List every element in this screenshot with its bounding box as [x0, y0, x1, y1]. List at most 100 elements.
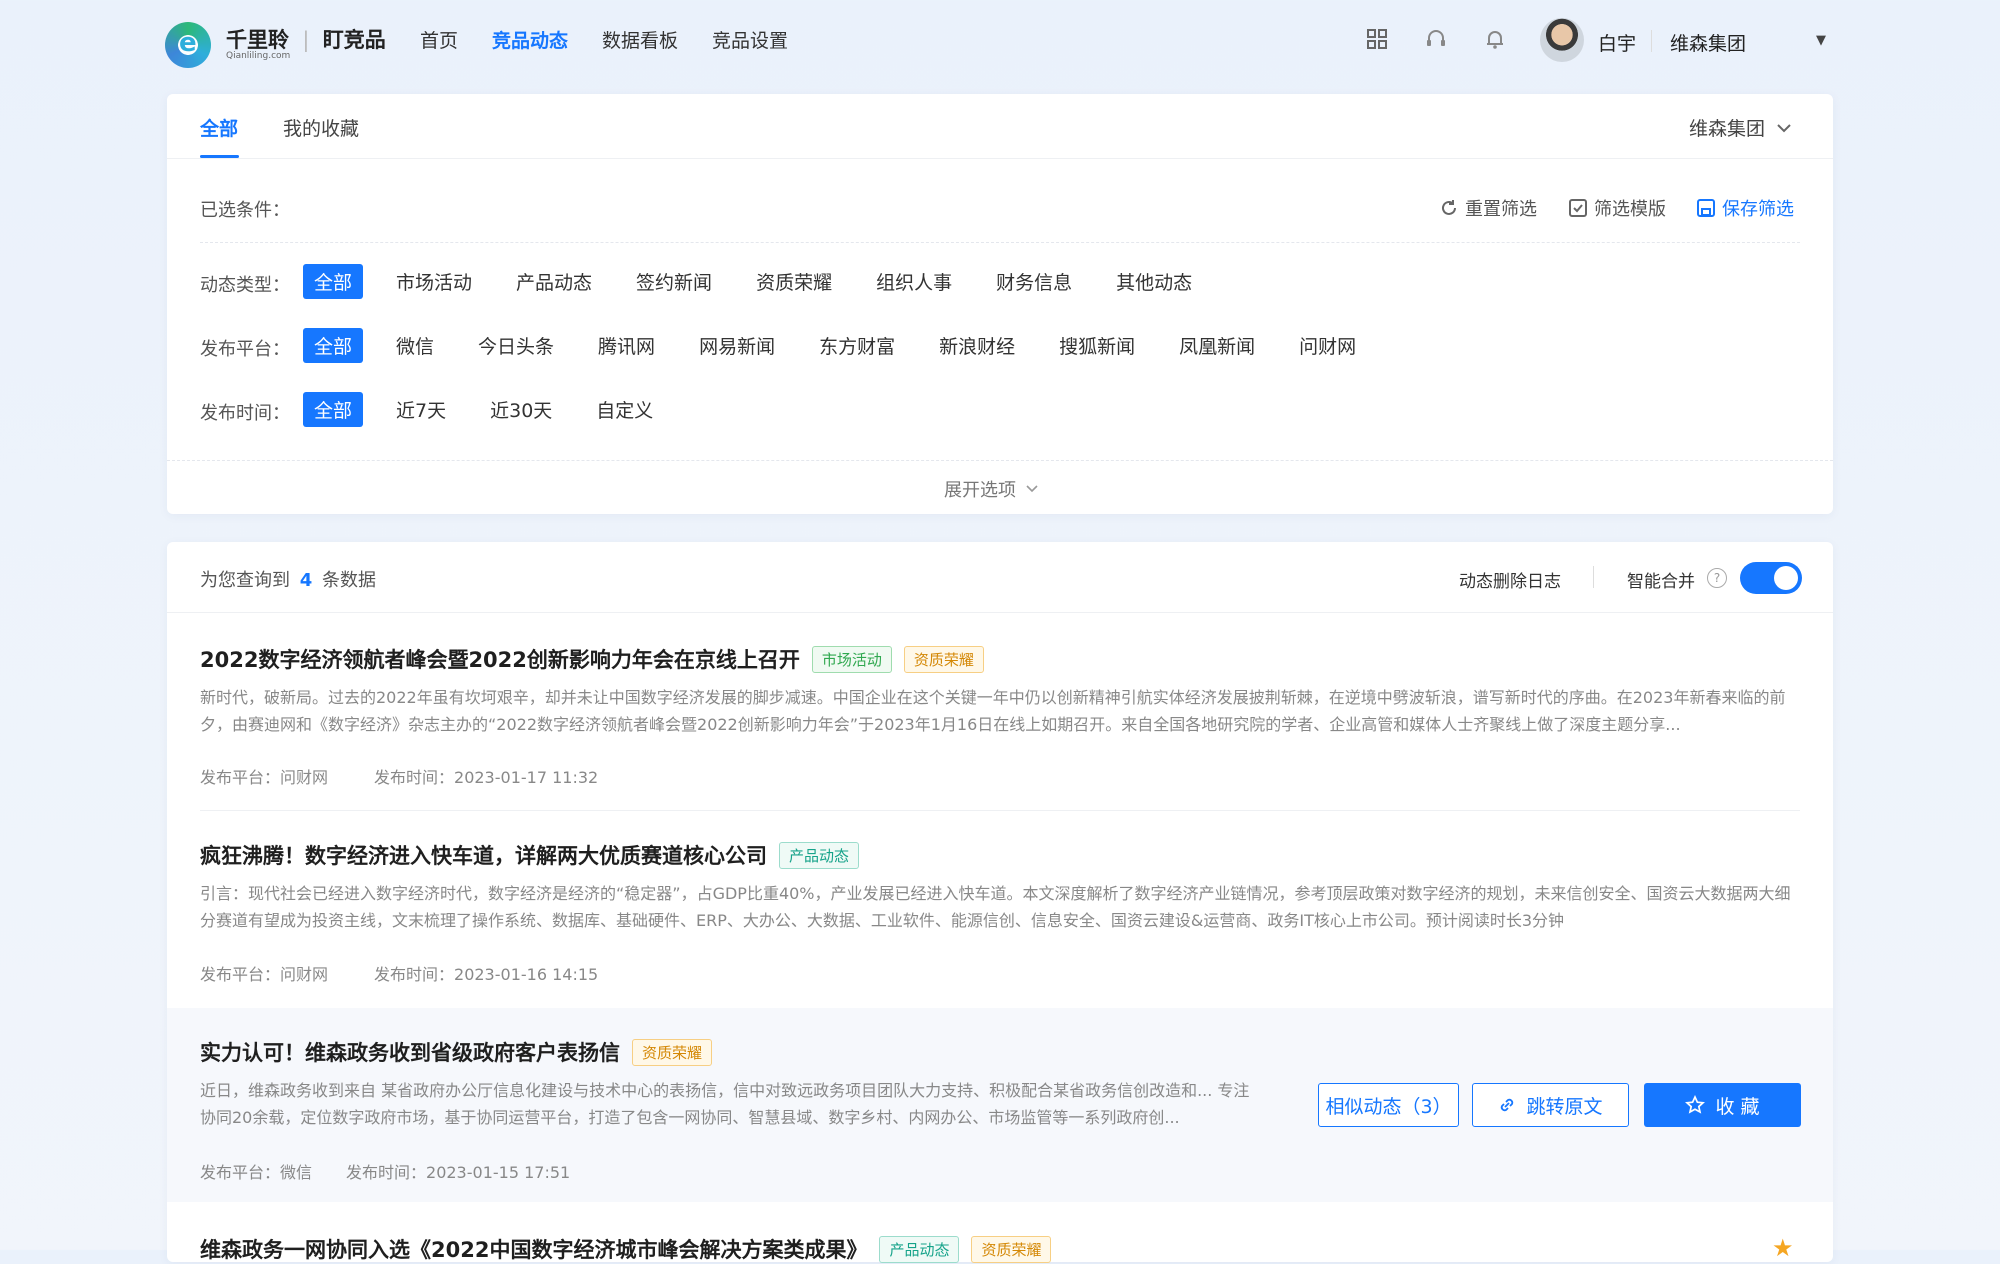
type-filter-label: 动态类型：	[200, 275, 290, 296]
chevron-down-icon	[1777, 123, 1791, 132]
platform-option[interactable]: 新浪财经	[928, 328, 1026, 363]
brand-domain: Qianliling.com	[226, 51, 291, 61]
main-nav: 首页 竞品动态 数据看板 竞品设置	[420, 26, 788, 53]
checkbox-icon	[1569, 199, 1587, 217]
save-filter-label: 保存筛选	[1722, 199, 1794, 220]
filter-template-button[interactable]: 筛选模版	[1568, 195, 1666, 221]
time-filter-label: 发布时间：	[200, 403, 290, 424]
delete-log-link[interactable]: 动态删除日志	[1459, 567, 1561, 592]
news-tag: 资质荣耀	[971, 1235, 1052, 1263]
news-tag: 产品动态	[779, 841, 860, 869]
brand-name: 千里聆	[226, 28, 289, 52]
news-title[interactable]: 维森政务一网协同入选《2022中国数字经济城市峰会解决方案类成果》	[200, 1234, 867, 1264]
time-option[interactable]: 自定义	[585, 392, 664, 427]
news-title[interactable]: 实力认可！维森政务收到省级政府客户表扬信	[200, 1037, 620, 1067]
jump-original-label: 跳转原文	[1526, 1095, 1603, 1118]
result-count-prefix: 为您查询到	[200, 570, 290, 591]
tab-favorites[interactable]: 我的收藏	[283, 114, 359, 141]
nav-home[interactable]: 首页	[420, 26, 458, 53]
tab-all[interactable]: 全部	[200, 114, 238, 141]
news-time: 发布时间：2023-01-15 17:51	[346, 1163, 571, 1182]
news-platform: 发布平台：问财网	[200, 768, 329, 787]
brand-title: 千里聆 | 盯竞品	[226, 28, 386, 52]
result-count-number: 4	[299, 570, 313, 591]
platform-option[interactable]: 腾讯网	[587, 328, 666, 363]
type-option[interactable]: 资质荣耀	[745, 264, 843, 299]
favorite-button[interactable]: 收 藏	[1644, 1083, 1801, 1127]
news-tag: 产品动态	[879, 1235, 960, 1263]
smart-merge-toggle[interactable]	[1740, 562, 1802, 594]
reset-filter-label: 重置筛选	[1465, 199, 1537, 220]
news-item-3-header: 实力认可！维森政务收到省级政府客户表扬信 资质荣耀	[200, 1037, 713, 1067]
type-option[interactable]: 其他动态	[1105, 264, 1203, 299]
type-filter-options: 全部 市场活动 产品动态 签约新闻 资质荣耀 组织人事 财务信息 其他动态	[303, 264, 1203, 299]
time-filter-options: 全部 近7天 近30天 自定义	[303, 392, 664, 427]
news-platform: 发布平台：微信	[200, 1163, 313, 1182]
item-divider	[200, 810, 1800, 811]
time-option[interactable]: 近30天	[479, 392, 563, 427]
platform-option[interactable]: 今日头条	[467, 328, 565, 363]
news-title[interactable]: 2022数字经济领航者峰会暨2022创新影响力年会在京线上召开	[200, 644, 800, 674]
result-count: 为您查询到 4 条数据	[200, 566, 376, 592]
apps-grid-icon[interactable]	[1366, 28, 1388, 50]
news-tag: 资质荣耀	[632, 1038, 713, 1066]
bell-icon[interactable]	[1484, 28, 1506, 50]
news-title[interactable]: 疯狂沸腾！数字经济进入快车道，详解两大优质赛道核心公司	[200, 840, 767, 870]
platform-option[interactable]: 网易新闻	[688, 328, 786, 363]
help-icon[interactable]: ?	[1707, 568, 1727, 588]
save-icon	[1697, 199, 1715, 217]
time-option[interactable]: 全部	[303, 392, 364, 427]
type-option[interactable]: 全部	[303, 264, 364, 299]
nav-dashboard[interactable]: 数据看板	[602, 26, 678, 53]
similar-news-button[interactable]: 相似动态（3）	[1318, 1083, 1459, 1127]
platform-option[interactable]: 微信	[385, 328, 445, 363]
platform-option[interactable]: 东方财富	[808, 328, 906, 363]
favorite-label: 收 藏	[1715, 1095, 1760, 1118]
save-filter-button[interactable]: 保存筛选	[1696, 195, 1794, 221]
user-avatar[interactable]	[1540, 18, 1584, 62]
platform-option[interactable]: 搜狐新闻	[1048, 328, 1146, 363]
platform-filter-label: 发布平台：	[200, 339, 290, 360]
header-divider	[1651, 30, 1652, 52]
brand-product: 盯竞品	[322, 28, 386, 52]
filter-dash-divider	[200, 242, 1800, 243]
news-tag: 资质荣耀	[903, 645, 984, 673]
platform-option[interactable]: 全部	[303, 328, 364, 363]
type-option[interactable]: 财务信息	[985, 264, 1083, 299]
jump-original-button[interactable]: 跳转原文	[1472, 1083, 1629, 1127]
org-select[interactable]: 维森集团	[1689, 114, 1791, 141]
nav-competitor-news[interactable]: 竞品动态	[492, 26, 568, 53]
filter-template-label: 筛选模版	[1594, 199, 1666, 220]
news-item-2-header: 疯狂沸腾！数字经济进入快车道，详解两大优质赛道核心公司 产品动态	[200, 840, 860, 870]
favorited-star-icon[interactable]: ★	[1772, 1234, 1794, 1262]
type-option[interactable]: 产品动态	[505, 264, 603, 299]
refresh-icon	[1442, 200, 1456, 215]
expand-options-label: 展开选项	[944, 480, 1016, 501]
star-icon	[1685, 1095, 1706, 1114]
platform-option[interactable]: 凤凰新闻	[1168, 328, 1266, 363]
link-icon	[1501, 1098, 1514, 1112]
time-option[interactable]: 近7天	[385, 392, 457, 427]
expand-options-button[interactable]: 展开选项	[944, 476, 1038, 502]
filter-card	[167, 94, 1833, 514]
selected-conditions-label: 已选条件：	[200, 200, 290, 221]
headset-icon[interactable]	[1425, 28, 1447, 50]
news-time: 发布时间：2023-01-16 14:15	[374, 965, 599, 984]
toolbar-divider	[1593, 566, 1594, 588]
expand-divider	[167, 460, 1833, 461]
org-dropdown-caret-icon[interactable]: ▼	[1816, 33, 1826, 48]
nav-settings[interactable]: 竞品设置	[712, 26, 788, 53]
type-option[interactable]: 组织人事	[865, 264, 963, 299]
smart-merge-label: 智能合并	[1627, 572, 1695, 592]
type-option[interactable]: 市场活动	[385, 264, 483, 299]
type-option[interactable]: 签约新闻	[625, 264, 723, 299]
org-select-label: 维森集团	[1689, 118, 1766, 140]
result-count-suffix: 条数据	[322, 570, 376, 591]
news-platform: 发布平台：问财网	[200, 965, 329, 984]
reset-filter-button[interactable]: 重置筛选	[1439, 195, 1537, 221]
similar-news-label: 相似动态（3）	[1325, 1095, 1452, 1118]
user-name[interactable]: 白宇	[1598, 29, 1636, 56]
platform-option[interactable]: 问财网	[1288, 328, 1367, 363]
news-summary: 近日，维森政务收到来自 某省政府办公厅信息化建设与技术中心的表扬信，信中对致远政…	[200, 1081, 1250, 1127]
org-name[interactable]: 维森集团	[1670, 29, 1746, 56]
